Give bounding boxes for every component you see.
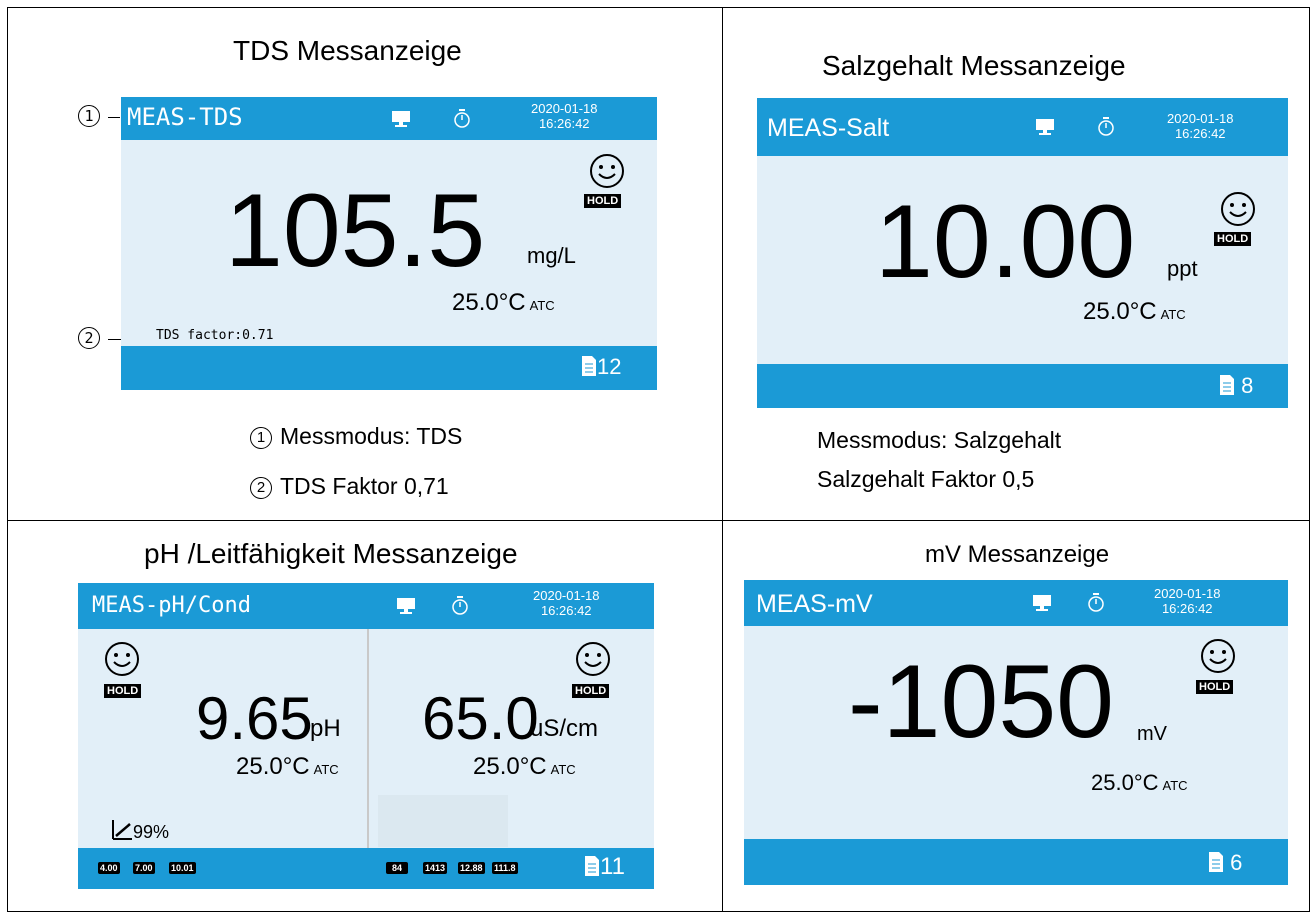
caption-mv: mV Messanzeige bbox=[925, 541, 1110, 568]
tds-footer-bar: 12 bbox=[121, 346, 657, 390]
mv-unit: mV bbox=[1137, 723, 1167, 745]
temperature: 25.0°C ATC bbox=[1083, 298, 1186, 325]
monitor-icon bbox=[397, 598, 415, 614]
hold-badge-cond: HOLD bbox=[572, 684, 610, 698]
salt-value: 10.00 bbox=[875, 184, 1136, 300]
cond-value: 65.0 bbox=[422, 685, 539, 752]
temperature-ph: 25.0°C ATC bbox=[236, 753, 339, 780]
record-count: 8 bbox=[1219, 373, 1253, 399]
mode-title: MEAS-Salt bbox=[767, 114, 890, 142]
phcond-footer-bar: 4.00 7.00 10.01 84 1413 12.88 111.8 11 bbox=[78, 848, 654, 889]
note-mode: 1 Messmodus: TDS bbox=[250, 423, 462, 450]
record-file-icon bbox=[1209, 852, 1223, 872]
record-file-icon bbox=[1220, 375, 1234, 395]
ph-unit: pH bbox=[310, 715, 341, 742]
slope-indicator: 99% bbox=[111, 819, 169, 843]
monitor-icon bbox=[392, 111, 410, 127]
hold-badge: HOLD bbox=[584, 194, 622, 208]
record-count: 12 bbox=[581, 354, 621, 380]
cond-unit: uS/cm bbox=[530, 715, 599, 742]
mode-title: MEAS-mV bbox=[756, 590, 873, 618]
temperature: 25.0°C ATC bbox=[1091, 770, 1188, 795]
note-factor-salt: Salzgehalt Faktor 0,5 bbox=[817, 466, 1035, 492]
note-factor: 2 TDS Faktor 0,71 bbox=[250, 473, 449, 500]
tds-header-bar: MEAS-TDS 2020-01-18 16:26:42 bbox=[121, 97, 657, 140]
smiley-icon bbox=[590, 154, 624, 188]
salt-unit: ppt bbox=[1167, 256, 1198, 281]
record-count: 11 bbox=[584, 853, 625, 881]
mv-footer-bar: 6 bbox=[744, 839, 1288, 885]
mv-header-bar: MEAS-mV 2020-01-18 16:26:42 bbox=[744, 580, 1288, 626]
hold-badge-ph: HOLD bbox=[104, 684, 142, 698]
tds-factor-label: TDS factor:0.71 bbox=[156, 328, 274, 343]
blank-area bbox=[378, 795, 508, 847]
mv-screen: MEAS-mV 2020-01-18 16:26:42 HOLD -1050 m… bbox=[744, 580, 1288, 885]
record-file-icon bbox=[582, 356, 596, 376]
mv-value: -1050 bbox=[848, 644, 1114, 760]
ph-value: 9.65 bbox=[196, 685, 313, 752]
buffer-cup-icon: 111.8 bbox=[492, 862, 518, 874]
caption-tds: TDS Messanzeige bbox=[233, 35, 462, 66]
stopwatch-icon bbox=[452, 596, 468, 615]
mode-title: MEAS-pH/Cond bbox=[92, 593, 251, 618]
record-count: 6 bbox=[1208, 850, 1242, 876]
salt-screen: MEAS-Salt 2020-01-18 16:26:42 HOLD 10.00… bbox=[757, 98, 1288, 408]
tds-screen: MEAS-TDS 2020-01-18 16:26:42 HOLD 105.5 … bbox=[121, 97, 657, 390]
monitor-icon bbox=[1033, 595, 1051, 611]
datetime: 2020-01-18 16:26:42 bbox=[1154, 586, 1221, 616]
grid-divider-vertical bbox=[722, 7, 723, 912]
smiley-icon bbox=[105, 642, 139, 676]
caption-phcond: pH /Leitfähigkeit Messanzeige bbox=[144, 538, 518, 569]
phcond-header-bar: MEAS-pH/Cond 2020-01-18 16:26:42 bbox=[78, 583, 654, 629]
stopwatch-icon bbox=[1098, 117, 1114, 136]
tds-unit: mg/L bbox=[527, 243, 576, 268]
stopwatch-icon bbox=[454, 109, 470, 128]
caption-salt: Salzgehalt Messanzeige bbox=[822, 50, 1126, 81]
buffer-cup-icon: 84 bbox=[386, 862, 409, 874]
smiley-icon bbox=[576, 642, 610, 676]
note-mode-salt: Messmodus: Salzgehalt bbox=[817, 427, 1062, 453]
grid-divider-horizontal bbox=[7, 520, 1310, 521]
phcond-screen: MEAS-pH/Cond 2020-01-18 16:26:42 HOLD 9.… bbox=[78, 583, 654, 889]
smiley-icon bbox=[1221, 192, 1255, 226]
buffer-cup-icon: 4.00 bbox=[98, 862, 120, 874]
datetime: 2020-01-18 16:26:42 bbox=[531, 101, 598, 131]
tds-value: 105.5 bbox=[225, 173, 486, 289]
temperature: 25.0°C ATC bbox=[452, 289, 555, 316]
datetime: 2020-01-18 16:26:42 bbox=[533, 588, 600, 618]
hold-badge: HOLD bbox=[1214, 232, 1252, 246]
temperature-cond: 25.0°C ATC bbox=[473, 753, 576, 780]
datetime: 2020-01-18 16:26:42 bbox=[1167, 111, 1234, 141]
buffer-cup-icon: 7.00 bbox=[133, 862, 155, 874]
smiley-icon bbox=[1201, 639, 1235, 673]
callout-1-line bbox=[108, 117, 120, 118]
hold-badge: HOLD bbox=[1196, 680, 1234, 694]
buffer-cup-icon: 12.88 bbox=[458, 862, 485, 874]
stopwatch-icon bbox=[1088, 593, 1104, 612]
record-file-icon bbox=[585, 856, 599, 876]
monitor-icon bbox=[1036, 119, 1054, 135]
callout-2: 2 bbox=[78, 327, 108, 349]
salt-header-bar: MEAS-Salt 2020-01-18 16:26:42 bbox=[757, 98, 1288, 156]
callout-1: 1 bbox=[78, 105, 108, 127]
mode-title: MEAS-TDS bbox=[127, 103, 243, 131]
slope-icon bbox=[112, 820, 132, 840]
buffer-cup-icon: 10.01 bbox=[169, 862, 196, 874]
salt-footer-bar: 8 bbox=[757, 364, 1288, 408]
buffer-cup-icon: 1413 bbox=[423, 862, 448, 874]
